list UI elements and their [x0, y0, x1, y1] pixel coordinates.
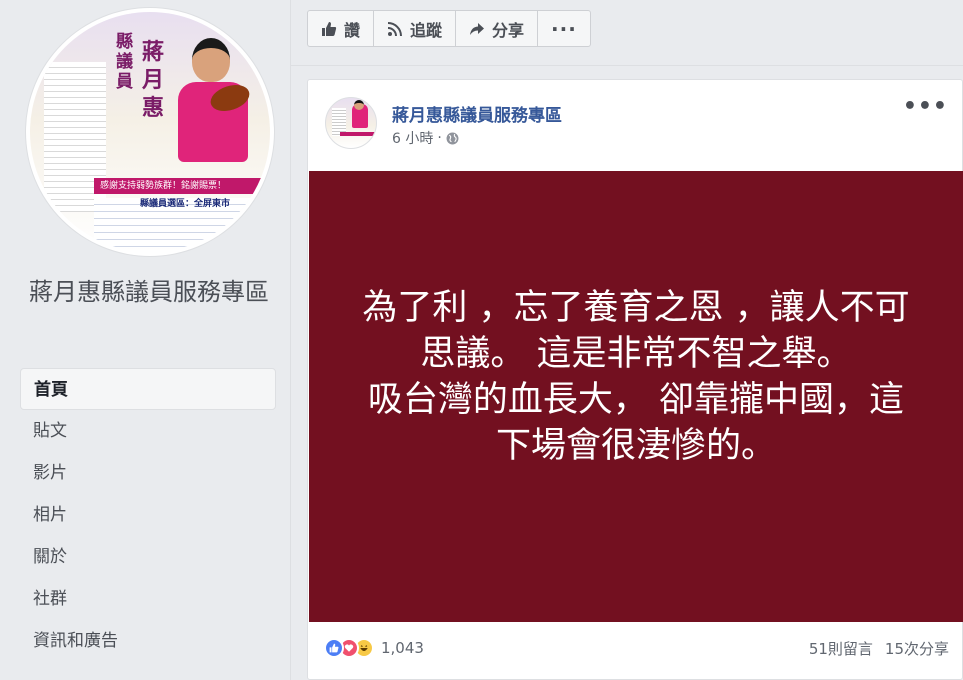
- follow-label: 追蹤: [410, 20, 443, 40]
- meta-separator: ·: [437, 130, 442, 146]
- profile-photo-banner: 感謝支持弱勢族群！銘謝賜票！: [94, 178, 270, 194]
- share-label: 分享: [492, 20, 525, 40]
- post-meta: 6 小時 ·: [392, 128, 459, 148]
- globe-icon: [446, 132, 459, 144]
- post-image-paragraph-1: 為了利 ，忘了養育之恩 ，讓人不可思議。 這是非常不智之舉。: [362, 287, 910, 374]
- nav-item-videos[interactable]: 影片: [20, 452, 276, 494]
- nav-item-photos[interactable]: 相片: [20, 494, 276, 536]
- reactions-count: 1,043: [381, 639, 424, 657]
- like-icon: [324, 638, 344, 658]
- like-page-button[interactable]: 讚: [308, 11, 375, 46]
- person-head: [192, 38, 230, 82]
- divider: [291, 65, 963, 66]
- left-column: 縣議員 蔣月惠 感謝支持弱勢族群！銘謝賜票！ 縣議員選區：全屏東市 蔣月惠縣議員…: [0, 0, 291, 680]
- page-profile-picture[interactable]: 縣議員 蔣月惠 感謝支持弱勢族群！銘謝賜票！ 縣議員選區：全屏東市: [26, 8, 274, 256]
- post-options-button[interactable]: •••: [903, 94, 948, 119]
- post-image[interactable]: 為了利 ，忘了養育之恩 ，讓人不可思議。 這是非常不智之舉。 吸台灣的血長大， …: [309, 171, 963, 622]
- engagement-counts: 51則留言 15次分享: [809, 638, 949, 659]
- more-dots-icon: ···: [551, 16, 577, 41]
- rss-icon: [387, 21, 403, 36]
- like-page-label: 讚: [344, 20, 361, 40]
- nav-item-home[interactable]: 首頁: [20, 368, 276, 410]
- page-nav: 首頁 貼文 影片 相片 關於 社群 資訊和廣告: [20, 368, 276, 662]
- avatar-head: [354, 100, 364, 110]
- profile-photo-person: [170, 26, 260, 176]
- nav-item-posts[interactable]: 貼文: [20, 410, 276, 452]
- nav-item-community[interactable]: 社群: [20, 578, 276, 620]
- profile-photo-title: 縣議員: [116, 32, 133, 92]
- reactions-summary[interactable]: 1,043: [324, 638, 424, 658]
- post-author-name[interactable]: 蔣月惠縣議員服務專區: [392, 101, 562, 126]
- nav-item-info-ads[interactable]: 資訊和廣告: [20, 620, 276, 662]
- page-action-bar: 讚 追蹤 分享 ···: [307, 10, 591, 47]
- share-arrow-icon: [470, 22, 485, 35]
- post-timestamp[interactable]: 6 小時: [392, 128, 433, 148]
- follow-button[interactable]: 追蹤: [374, 11, 457, 46]
- post-image-text: 為了利 ，忘了養育之恩 ，讓人不可思議。 這是非常不智之舉。 吸台灣的血長大， …: [356, 285, 916, 469]
- nav-item-about[interactable]: 關於: [20, 536, 276, 578]
- profile-photo-name: 蔣月惠: [142, 39, 165, 121]
- post-footer: 1,043 51則留言 15次分享: [324, 636, 949, 660]
- post-image-paragraph-2: 吸台灣的血長大， 卻靠攏中國，這下場會很淒慘的。: [367, 379, 905, 466]
- profile-photo: 縣議員 蔣月惠 感謝支持弱勢族群！銘謝賜票！ 縣議員選區：全屏東市: [30, 12, 270, 252]
- more-actions-button[interactable]: ···: [538, 11, 590, 46]
- profile-photo-footer-title: 縣議員選區：全屏東市: [140, 199, 231, 209]
- post-card: 蔣月惠縣議員服務專區 6 小時 · ••• 為了利 ，忘了養育之恩 ，讓人不可思…: [307, 79, 963, 680]
- avatar-banner: [340, 132, 376, 136]
- page-name[interactable]: 蔣月惠縣議員服務專區: [29, 274, 279, 310]
- share-button[interactable]: 分享: [456, 11, 539, 46]
- shares-count[interactable]: 15次分享: [885, 638, 949, 659]
- post-author-avatar[interactable]: [325, 97, 377, 149]
- thumbs-up-icon: [322, 21, 337, 36]
- comments-count[interactable]: 51則留言: [809, 638, 873, 659]
